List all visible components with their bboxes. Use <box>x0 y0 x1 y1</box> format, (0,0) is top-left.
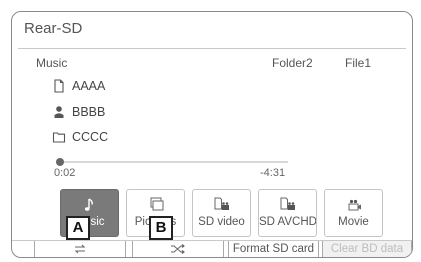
source-button-sd-video[interactable]: SD video <box>192 189 251 237</box>
bottom-controls: Format SD card Clear BD data <box>12 240 412 257</box>
seek-bar-knob[interactable] <box>56 158 65 166</box>
sd-video-icon <box>214 197 229 210</box>
folder-label: Folder2 <box>272 56 313 70</box>
person-icon <box>54 106 64 118</box>
source-label-sd-avchd: SD AVCHD <box>259 216 317 228</box>
sd-avchd-icon <box>280 197 295 210</box>
movie-icon <box>348 199 361 211</box>
folder-icon <box>52 132 66 143</box>
source-label: Music <box>36 56 68 70</box>
format-sd-card-button[interactable]: Format SD card <box>228 241 319 257</box>
title-divider <box>18 48 406 49</box>
pictures-icon <box>150 197 163 211</box>
file-label: File1 <box>345 56 372 70</box>
source-button-movie[interactable]: Movie <box>324 189 383 237</box>
source-label-sd-video: SD video <box>198 216 245 228</box>
elapsed-time: 0:02 <box>54 167 76 179</box>
music-note-icon <box>84 198 93 211</box>
callout-b: B <box>149 216 173 240</box>
remaining-time: -4:31 <box>260 167 286 179</box>
rear-sd-screen: Rear-SD Music Folder2 File1 AAAA BBBB CC… <box>11 11 413 258</box>
repeat-icon <box>74 244 86 254</box>
album-name: CCCC <box>72 130 109 144</box>
track-title: AAAA <box>72 79 106 93</box>
artist-row: BBBB <box>52 105 105 119</box>
seek-bar[interactable] <box>56 158 288 166</box>
shuffle-button[interactable] <box>132 241 224 257</box>
track-title-row: AAAA <box>52 79 105 93</box>
album-row: CCCC <box>52 130 108 144</box>
source-buttons: Music Pictures SD video SD AVCHD <box>12 189 412 240</box>
artist-name: BBBB <box>72 105 106 119</box>
repeat-button[interactable] <box>34 241 126 257</box>
shuffle-icon <box>171 244 185 254</box>
document-icon <box>54 79 64 93</box>
source-label-movie: Movie <box>338 216 369 228</box>
source-button-sd-avchd[interactable]: SD AVCHD <box>258 189 317 237</box>
callout-a: A <box>66 216 90 240</box>
clear-bd-data-button: Clear BD data <box>322 241 412 257</box>
screen-title: Rear-SD <box>24 20 83 37</box>
